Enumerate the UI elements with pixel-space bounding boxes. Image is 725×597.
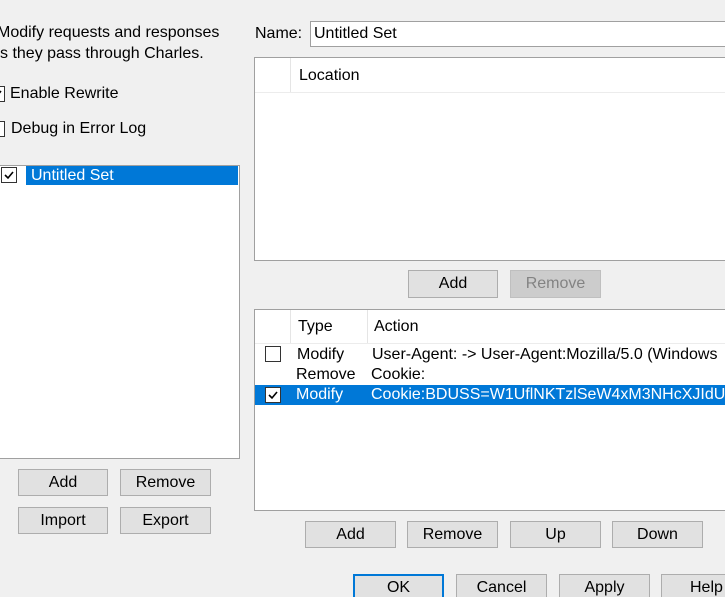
set-name[interactable]: Untitled Set	[26, 166, 238, 185]
rule-enabled-checkbox[interactable]	[265, 346, 281, 362]
locations-table-header: Location	[255, 58, 725, 93]
move-down-button[interactable]: Down	[612, 521, 703, 548]
rules-table[interactable]: Type Action Modify User-Agent: -> User-A…	[254, 309, 725, 511]
checkmark-icon	[4, 171, 14, 180]
header-action[interactable]: Action	[368, 310, 725, 343]
debug-error-log-label[interactable]: Debug in Error Log	[11, 119, 146, 139]
header-location[interactable]: Location	[291, 58, 725, 92]
set-enabled-checkbox[interactable]	[1, 167, 17, 183]
header-enabled-column	[255, 310, 291, 343]
enable-rewrite-checkbox-container	[0, 86, 6, 102]
checkmark-icon	[0, 90, 2, 94]
name-label: Name:	[255, 25, 303, 42]
apply-button[interactable]: Apply	[559, 574, 650, 597]
debug-error-log-checkbox[interactable]	[0, 121, 5, 137]
import-button[interactable]: Import	[18, 507, 108, 534]
rule-action: User-Agent: -> User-Agent:Mozilla/5.0 (W…	[372, 346, 718, 363]
header-empty-column	[255, 58, 291, 92]
table-row[interactable]: Modify Cookie:BDUSS=W1UflNKTzlSeW4xM3NHc…	[255, 385, 725, 405]
export-button[interactable]: Export	[120, 507, 211, 534]
debug-error-log-checkbox-container	[0, 121, 6, 137]
add-rule-button[interactable]: Add	[305, 521, 396, 548]
rule-action: Cookie:	[371, 366, 426, 383]
rule-action: Cookie:BDUSS=W1UflNKTzlSeW4xM3NHcXJIdUh	[371, 386, 725, 403]
cancel-button[interactable]: Cancel	[456, 574, 547, 597]
help-button[interactable]: Help	[661, 574, 725, 597]
remove-set-button[interactable]: Remove	[120, 469, 211, 496]
description-line-2: s they pass through Charles.	[0, 45, 204, 62]
add-location-button[interactable]: Add	[408, 270, 498, 298]
ok-button[interactable]: OK	[353, 574, 444, 597]
remove-rule-button[interactable]: Remove	[407, 521, 498, 548]
locations-table[interactable]: Location	[254, 57, 725, 261]
move-up-button[interactable]: Up	[510, 521, 601, 548]
rewrite-sets-list[interactable]: Untitled Set	[0, 165, 240, 459]
rule-type: Modify	[296, 386, 344, 403]
description-line-1: Modify requests and responses	[0, 24, 220, 41]
enable-rewrite-checkbox[interactable]	[0, 86, 5, 102]
enable-rewrite-label[interactable]: Enable Rewrite	[10, 84, 119, 104]
header-type[interactable]: Type	[291, 310, 368, 343]
rules-table-header: Type Action	[255, 310, 725, 344]
table-row[interactable]: Remove Cookie:	[255, 365, 725, 385]
rule-enabled-checkbox[interactable]	[265, 387, 281, 403]
remove-location-button[interactable]: Remove	[510, 270, 601, 298]
checkmark-icon	[268, 391, 278, 400]
set-name-input[interactable]	[310, 21, 725, 47]
list-item[interactable]: Untitled Set	[0, 166, 238, 185]
rule-type: Remove	[296, 366, 356, 383]
description-line-1-container: Modify requests and responses	[0, 23, 250, 43]
table-row[interactable]: Modify User-Agent: -> User-Agent:Mozilla…	[255, 345, 725, 365]
add-set-button[interactable]: Add	[18, 469, 108, 496]
rule-type: Modify	[297, 346, 345, 363]
